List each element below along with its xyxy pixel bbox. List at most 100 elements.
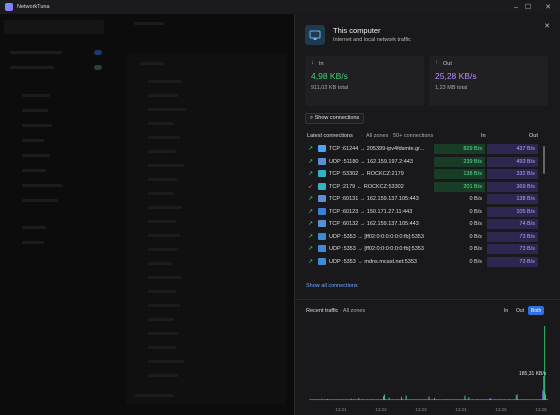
traffic-bar-out bbox=[356, 399, 358, 400]
traffic-bar-out bbox=[427, 399, 429, 400]
connection-row[interactable]: ↗ TCP :60131 → 162.159.137.105:443 0 B/s 13… bbox=[305, 193, 539, 205]
traffic-bar-out bbox=[479, 399, 481, 400]
traffic-bar-out bbox=[493, 399, 495, 400]
connection-in-rate: 829 B/s bbox=[434, 144, 485, 154]
traffic-bar-out bbox=[406, 399, 408, 400]
traffic-bar-out bbox=[404, 399, 406, 400]
traffic-bar-out bbox=[516, 394, 518, 400]
traffic-bar-out bbox=[369, 399, 371, 400]
traffic-bar-out bbox=[340, 399, 342, 400]
traffic-bar-out bbox=[413, 399, 415, 400]
connection-in-rate: 201 B/s bbox=[434, 181, 485, 192]
panel-close-button[interactable]: ✕ bbox=[544, 22, 550, 30]
traffic-bar-out bbox=[442, 399, 444, 400]
dim-line bbox=[148, 360, 184, 363]
traffic-bar-out bbox=[346, 399, 348, 400]
dim-line bbox=[148, 248, 178, 251]
connection-row[interactable]: ↗ TCP :61244 → 205399-ipv4fdsmte.gr... 829… bbox=[305, 143, 539, 155]
connection-row[interactable]: ↗ UDP :5353 → [ff02:0:0:0:0:0:0:fb]:5353 0… bbox=[305, 243, 539, 255]
traffic-bar-out bbox=[327, 399, 329, 400]
traffic-bar-out bbox=[459, 399, 461, 400]
traffic-bar-out bbox=[532, 399, 534, 400]
x-tick-label: 13:25 bbox=[495, 407, 507, 412]
window-close-button[interactable]: ✕ bbox=[538, 0, 558, 14]
toggle-both[interactable]: Both bbox=[528, 306, 545, 315]
connection-row[interactable]: ↗ UDP :51180 → 162.159.197.2:443 239 B/s 49… bbox=[305, 156, 539, 168]
dim-line bbox=[148, 220, 176, 223]
traffic-bar-out bbox=[334, 399, 336, 400]
traffic-bar-out bbox=[400, 399, 401, 400]
connection-out-rate: 105 B/s bbox=[487, 206, 538, 217]
traffic-bar-out bbox=[449, 399, 451, 400]
traffic-bar-in bbox=[544, 326, 546, 400]
traffic-bar-out bbox=[418, 399, 419, 400]
direction-arrow-icon: ↙ bbox=[308, 183, 314, 190]
traffic-bar-out bbox=[408, 399, 410, 400]
dim-line bbox=[22, 154, 50, 157]
traffic-bar-out bbox=[477, 399, 479, 400]
traffic-bar-out bbox=[394, 399, 396, 400]
dim-line bbox=[148, 150, 176, 153]
traffic-bar-out bbox=[531, 399, 533, 400]
x-tick-label: 13:26 bbox=[535, 407, 547, 412]
traffic-bar-out bbox=[472, 399, 474, 400]
traffic-bar-out bbox=[443, 399, 445, 400]
out-column-header[interactable]: Out bbox=[529, 133, 538, 139]
in-column-header[interactable]: In bbox=[481, 133, 486, 139]
traffic-bar-in bbox=[515, 395, 517, 400]
show-all-connections-link[interactable]: Show all connections bbox=[306, 283, 358, 289]
direction-arrow-icon: ↗ bbox=[308, 233, 314, 240]
traffic-bar-out bbox=[409, 399, 411, 400]
app-logo-icon bbox=[5, 3, 13, 11]
traffic-bar-out bbox=[352, 399, 354, 400]
maximize-button[interactable]: ☐ bbox=[518, 0, 538, 14]
toggle-in[interactable]: In bbox=[501, 306, 511, 315]
zone-filter[interactable]: All zones bbox=[366, 133, 388, 139]
dim-line bbox=[148, 206, 182, 209]
connection-row[interactable]: ↗ UDP :5353 → [ff02:0:0:0:0:0:0:fb]:5353 0… bbox=[305, 231, 539, 243]
peak-annotation: 185,31 KB/s bbox=[519, 371, 547, 377]
traffic-bar-out bbox=[386, 399, 388, 400]
dim-line bbox=[148, 262, 172, 265]
traffic-bar-in bbox=[428, 397, 430, 400]
traffic-bar-out bbox=[508, 399, 510, 400]
traffic-bar-out bbox=[407, 399, 409, 400]
traffic-bar-out bbox=[347, 399, 349, 400]
traffic-bar-out bbox=[380, 399, 382, 400]
traffic-bar-out bbox=[527, 399, 529, 400]
out-arrow-icon: ↑ bbox=[435, 60, 438, 66]
traffic-zone-filter[interactable]: All zones bbox=[343, 308, 365, 314]
traffic-bar-in bbox=[358, 398, 360, 400]
traffic-bar-out bbox=[419, 399, 421, 400]
traffic-bar-out bbox=[338, 399, 340, 400]
traffic-bar-out bbox=[522, 399, 524, 400]
dim-line bbox=[10, 66, 54, 69]
traffic-bar-out bbox=[309, 399, 311, 400]
traffic-bar-out bbox=[333, 399, 335, 400]
connection-row[interactable]: ↗ TCP :60132 → 162.159.137.105:443 0 B/s 74… bbox=[305, 218, 539, 230]
show-connections-button[interactable]: ⌕ Show connections bbox=[305, 113, 365, 124]
traffic-bar-out bbox=[490, 398, 492, 400]
connection-row[interactable]: ↗ TCP :60123 → 150.171.27.11:443 0 B/s 105 … bbox=[305, 206, 539, 218]
dim-line bbox=[22, 226, 46, 229]
dim-line bbox=[134, 394, 174, 397]
x-tick-label: 13:22 bbox=[375, 407, 387, 412]
traffic-bar-out bbox=[474, 399, 475, 400]
toggle-out[interactable]: Out bbox=[513, 306, 527, 315]
traffic-bar-out bbox=[520, 399, 522, 400]
traffic-bar-out bbox=[424, 399, 426, 400]
traffic-bar-out bbox=[484, 399, 486, 400]
traffic-bar-out bbox=[512, 399, 513, 400]
connection-row[interactable]: ↗ TCP :53302 → ROCKCZ:2179 138 B/s 332 B/s bbox=[305, 168, 539, 180]
traffic-bar-out bbox=[410, 399, 412, 400]
traffic-bar-out bbox=[482, 399, 484, 400]
scrollbar-thumb[interactable] bbox=[543, 146, 545, 174]
connection-row[interactable]: ↙ TCP :2179 ← ROCKCZ:53302 201 B/s 369 B/s bbox=[305, 181, 539, 193]
traffic-bar-out bbox=[375, 399, 377, 400]
traffic-bar-out bbox=[473, 399, 474, 400]
connection-row[interactable]: ↗ UDP :5353 → mdns.mcast.net:5353 0 B/s 73 … bbox=[305, 256, 539, 268]
traffic-bar-in bbox=[401, 397, 402, 400]
header-separator: · bbox=[361, 133, 363, 139]
traffic-bar-out bbox=[481, 399, 483, 400]
traffic-bar-out bbox=[420, 399, 422, 400]
